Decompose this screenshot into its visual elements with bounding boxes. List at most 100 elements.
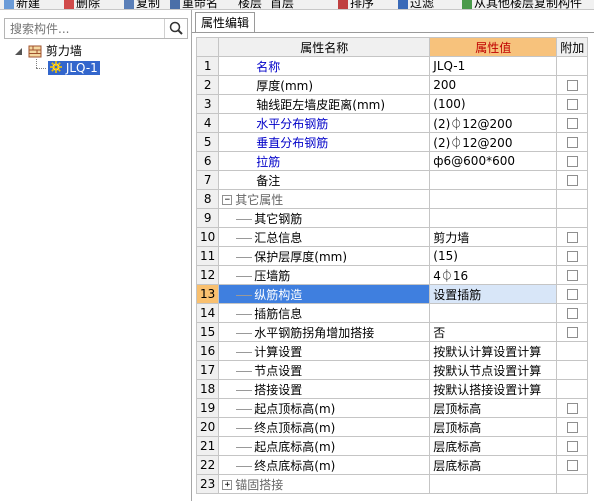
property-value-cell[interactable]: (15) <box>429 246 558 266</box>
property-value-cell[interactable] <box>429 303 558 323</box>
table-row[interactable]: 14 插筋信息 <box>195 303 589 323</box>
property-name-cell[interactable]: − 其它属性 <box>218 189 431 209</box>
table-row[interactable]: 22 终点底标高(m) 层底标高 <box>195 455 589 475</box>
property-name-cell[interactable]: 其它钢筋 <box>218 208 431 228</box>
property-value-cell[interactable]: 设置插筋 <box>429 284 558 304</box>
extra-checkbox[interactable] <box>566 308 578 319</box>
property-value-cell[interactable]: 按默认计算设置计算 <box>429 341 558 361</box>
property-name-cell[interactable]: 纵筋构造 <box>218 284 431 304</box>
property-value-cell[interactable]: 否 <box>429 322 558 342</box>
property-name-cell[interactable]: 节点设置 <box>218 360 431 380</box>
property-value-cell[interactable] <box>429 170 558 190</box>
filter-button[interactable]: 过滤 <box>398 0 434 9</box>
property-name-cell[interactable]: 垂直分布钢筋 <box>218 132 431 152</box>
extra-checkbox[interactable] <box>566 251 578 262</box>
property-value-cell[interactable]: 剪力墙 <box>429 227 558 247</box>
property-name-cell[interactable]: 计算设置 <box>218 341 431 361</box>
property-value-cell[interactable]: 层底标高 <box>429 436 558 456</box>
floor-select[interactable]: 首层 <box>270 0 294 9</box>
table-row[interactable]: 1 名称 JLQ-1 <box>195 56 589 76</box>
copy-from-floor-button[interactable]: 从其他楼层复制构件 <box>462 0 582 9</box>
extra-checkbox[interactable] <box>566 156 578 167</box>
property-name-cell[interactable]: 起点底标高(m) <box>218 436 431 456</box>
extra-checkbox[interactable] <box>566 232 578 243</box>
property-value-cell[interactable]: (100) <box>429 94 558 114</box>
property-value-cell[interactable]: 按默认节点设置计算 <box>429 360 558 380</box>
property-name-cell[interactable]: 终点顶标高(m) <box>218 417 431 437</box>
collapse-icon[interactable] <box>14 47 24 57</box>
search-button[interactable] <box>164 19 187 38</box>
property-value-cell[interactable]: 200 <box>429 75 558 95</box>
property-name-cell[interactable]: 终点底标高(m) <box>218 455 431 475</box>
property-value-cell[interactable]: 按默认搭接设置计算 <box>429 379 558 399</box>
header-extra[interactable]: 附加 <box>556 37 589 57</box>
search-input[interactable] <box>6 20 172 37</box>
table-row[interactable]: 7 备注 <box>195 170 589 190</box>
extra-checkbox[interactable] <box>566 99 578 110</box>
sort-button[interactable]: 排序 <box>338 0 374 9</box>
header-name[interactable]: 属性名称 <box>218 37 431 57</box>
property-value-cell[interactable]: ф6@600*600 <box>429 151 558 171</box>
rename-button[interactable]: 重命名 <box>170 0 218 9</box>
table-row[interactable]: 6 拉筋 ф6@600*600 <box>195 151 589 171</box>
property-value-cell[interactable] <box>429 189 558 209</box>
property-name-cell[interactable]: 压墙筋 <box>218 265 431 285</box>
table-row[interactable]: 8− 其它属性 <box>195 189 589 209</box>
property-name-cell[interactable]: 起点顶标高(m) <box>218 398 431 418</box>
property-value-cell[interactable]: (2)⏀12@200 <box>429 132 558 152</box>
table-row[interactable]: 11 保护层厚度(mm) (15) <box>195 246 589 266</box>
table-row[interactable]: 20 终点顶标高(m) 层顶标高 <box>195 417 589 437</box>
property-name-cell[interactable]: 插筋信息 <box>218 303 431 323</box>
extra-checkbox[interactable] <box>566 403 578 414</box>
extra-checkbox[interactable] <box>566 175 578 186</box>
table-row[interactable]: 23 + 锚固搭接 <box>195 474 589 494</box>
table-row[interactable]: 13 纵筋构造 设置插筋 <box>195 284 589 304</box>
property-value-cell[interactable] <box>429 208 558 228</box>
property-name-cell[interactable]: + 锚固搭接 <box>218 474 431 494</box>
table-row[interactable]: 18 搭接设置 按默认搭接设置计算 <box>195 379 589 399</box>
property-value-cell[interactable]: 4⏀16 <box>429 265 558 285</box>
table-row[interactable]: 4 水平分布钢筋 (2)⏀12@200 <box>195 113 589 133</box>
property-name-cell[interactable]: 搭接设置 <box>218 379 431 399</box>
extra-checkbox[interactable] <box>566 422 578 433</box>
collapse-icon[interactable]: − <box>222 195 233 205</box>
tree-item-jlq-1[interactable]: JLQ-1 <box>48 61 100 76</box>
table-row[interactable]: 19 起点顶标高(m) 层顶标高 <box>195 398 589 418</box>
property-name-cell[interactable]: 保护层厚度(mm) <box>218 246 431 266</box>
property-name-cell[interactable]: 名称 <box>218 56 431 76</box>
extra-checkbox[interactable] <box>566 118 578 129</box>
table-row[interactable]: 12 压墙筋 4⏀16 <box>195 265 589 285</box>
property-name-cell[interactable]: 轴线距左墙皮距离(mm) <box>218 94 431 114</box>
copy-button[interactable]: 复制 <box>124 0 160 9</box>
expand-icon[interactable]: + <box>222 480 233 490</box>
table-row[interactable]: 10 汇总信息 剪力墙 <box>195 227 589 247</box>
tab-property-edit[interactable]: 属性编辑 <box>195 12 256 33</box>
extra-checkbox[interactable] <box>566 327 578 338</box>
extra-checkbox[interactable] <box>566 441 578 452</box>
property-value-cell[interactable]: 层顶标高 <box>429 417 558 437</box>
tree-item-shear-wall[interactable]: 剪力墙 <box>28 44 82 59</box>
extra-checkbox[interactable] <box>566 270 578 281</box>
property-name-cell[interactable]: 厚度(mm) <box>218 75 431 95</box>
property-value-cell[interactable] <box>429 474 558 494</box>
extra-checkbox[interactable] <box>566 137 578 148</box>
new-button[interactable]: 新建 <box>4 0 40 9</box>
property-value-cell[interactable]: 层顶标高 <box>429 398 558 418</box>
property-name-cell[interactable]: 拉筋 <box>218 151 431 171</box>
table-row[interactable]: 15 水平钢筋拐角增加搭接 否 <box>195 322 589 342</box>
extra-checkbox[interactable] <box>566 460 578 471</box>
table-row[interactable]: 16 计算设置 按默认计算设置计算 <box>195 341 589 361</box>
table-row[interactable]: 3 轴线距左墙皮距离(mm) (100) <box>195 94 589 114</box>
table-row[interactable]: 17 节点设置 按默认节点设置计算 <box>195 360 589 380</box>
extra-checkbox[interactable] <box>566 289 578 300</box>
table-row[interactable]: 5 垂直分布钢筋 (2)⏀12@200 <box>195 132 589 152</box>
property-value-cell[interactable]: (2)⏀12@200 <box>429 113 558 133</box>
delete-button[interactable]: 删除 <box>64 0 100 9</box>
property-name-cell[interactable]: 水平钢筋拐角增加搭接 <box>218 322 431 342</box>
property-value-cell[interactable]: 层底标高 <box>429 455 558 475</box>
property-name-cell[interactable]: 汇总信息 <box>218 227 431 247</box>
property-value-cell[interactable]: JLQ-1 <box>429 56 558 76</box>
extra-checkbox[interactable] <box>566 80 578 91</box>
property-name-cell[interactable]: 水平分布钢筋 <box>218 113 431 133</box>
table-row[interactable]: 9 其它钢筋 <box>195 208 589 228</box>
